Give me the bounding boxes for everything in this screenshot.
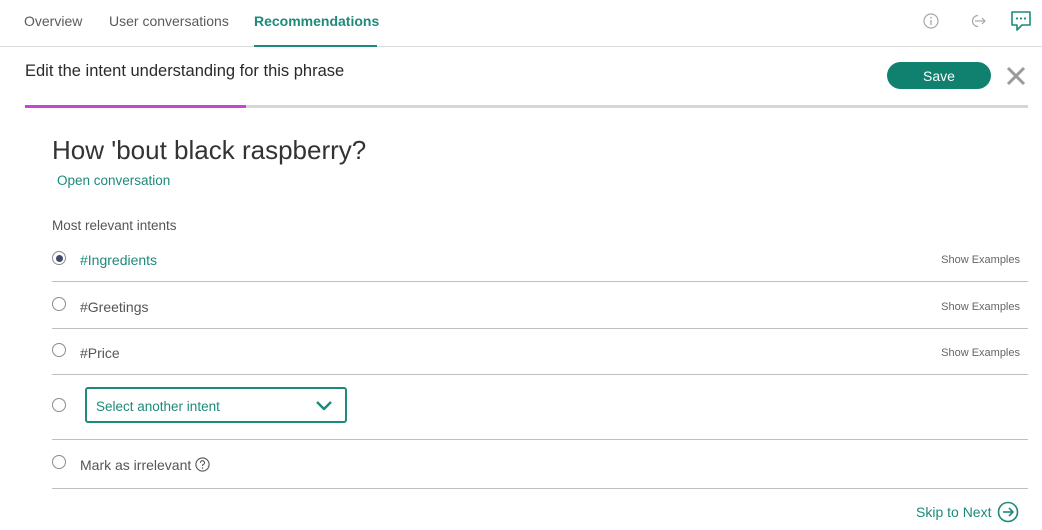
radio-ingredients[interactable]: [52, 251, 66, 265]
intent-label: #Price: [80, 345, 120, 361]
info-icon[interactable]: [921, 11, 941, 31]
radio-irrelevant[interactable]: [52, 455, 66, 469]
tab-overview[interactable]: Overview: [24, 13, 82, 29]
section-label: Most relevant intents: [52, 218, 177, 233]
skip-to-next-link[interactable]: Skip to Next: [916, 504, 991, 520]
progress-bar: [25, 105, 1028, 108]
tab-recommendations[interactable]: Recommendations: [254, 13, 379, 29]
show-examples-link[interactable]: Show Examples: [941, 301, 1020, 313]
select-intent-row: Select another intent: [52, 375, 1028, 440]
intent-row[interactable]: #Greetings Show Examples: [52, 282, 1028, 329]
radio-price[interactable]: [52, 343, 66, 357]
active-tab-indicator: [254, 45, 377, 47]
intent-row[interactable]: #Price Show Examples: [52, 329, 1028, 375]
arrow-right-circle-icon[interactable]: [997, 501, 1019, 523]
intent-label: #Ingredients: [80, 252, 158, 268]
top-nav: Overview User conversations Recommendati…: [0, 0, 1042, 47]
tab-user-conversations[interactable]: User conversations: [109, 13, 229, 29]
radio-greetings[interactable]: [52, 297, 66, 311]
page-title: Edit the intent understanding for this p…: [25, 62, 345, 80]
intent-select-dropdown[interactable]: Select another intent: [85, 387, 347, 423]
close-icon[interactable]: [1005, 65, 1027, 87]
save-button[interactable]: Save: [887, 62, 991, 89]
help-icon[interactable]: [195, 457, 210, 472]
irrelevant-label: Mark as irrelevant: [80, 457, 192, 473]
progress-bar-fill: [25, 105, 246, 108]
show-examples-link[interactable]: Show Examples: [941, 347, 1020, 359]
chevron-down-icon: [316, 401, 332, 411]
phrase-text: How 'bout black raspberry?: [52, 135, 367, 165]
show-examples-link[interactable]: Show Examples: [941, 254, 1020, 266]
intent-row[interactable]: #Ingredients Show Examples: [52, 245, 1028, 282]
radio-select-another[interactable]: [52, 398, 66, 412]
intent-label: #Greetings: [80, 299, 149, 315]
open-conversation-link[interactable]: Open conversation: [57, 173, 170, 188]
exit-icon[interactable]: [968, 11, 988, 31]
irrelevant-row[interactable]: Mark as irrelevant: [52, 440, 1028, 489]
chat-icon[interactable]: [1009, 9, 1033, 33]
select-placeholder: Select another intent: [96, 399, 220, 414]
